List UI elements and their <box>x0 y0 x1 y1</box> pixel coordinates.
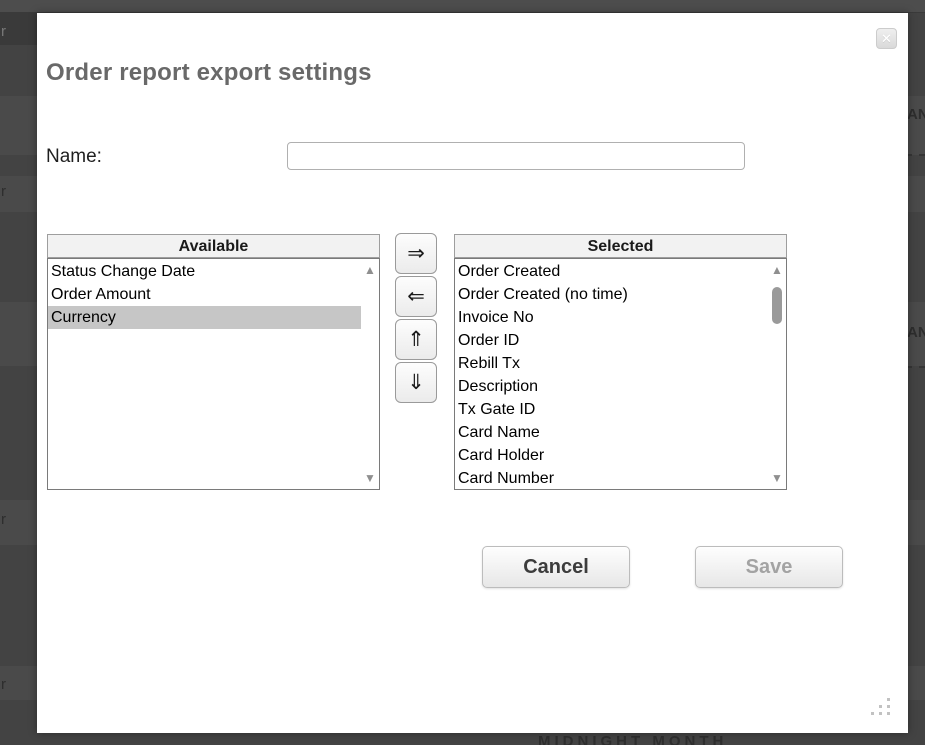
selected-scrollbar[interactable]: ▲ ▼ <box>768 259 786 489</box>
save-button[interactable]: Save <box>695 546 843 588</box>
list-item[interactable]: Tx Gate ID <box>455 398 768 421</box>
available-list-header: Available <box>47 234 380 258</box>
selected-list-header: Selected <box>454 234 787 258</box>
available-scrollbar[interactable]: ▲ ▼ <box>361 259 379 489</box>
scroll-up-icon[interactable]: ▲ <box>768 263 786 277</box>
background-text-fragment: r <box>1 184 6 199</box>
background-top-bar <box>0 0 925 13</box>
close-icon[interactable]: ✕ <box>876 28 897 49</box>
export-settings-dialog: ✕ Order report export settings Name: Ava… <box>37 13 908 733</box>
move-up-button[interactable]: ⇑ <box>395 319 437 360</box>
background-dashed-line <box>906 154 925 156</box>
scroll-down-icon[interactable]: ▼ <box>361 471 379 485</box>
scroll-up-icon[interactable]: ▲ <box>361 263 379 277</box>
list-item[interactable]: Order Created <box>455 260 768 283</box>
list-item[interactable]: Order ID <box>455 329 768 352</box>
background-text-fragment: r <box>1 677 6 692</box>
background-dashed-line <box>906 366 925 368</box>
scroll-down-icon[interactable]: ▼ <box>768 471 786 485</box>
list-item[interactable]: Invoice No <box>455 306 768 329</box>
list-item[interactable]: Currency <box>48 306 361 329</box>
selected-items: Order CreatedOrder Created (no time)Invo… <box>455 260 768 490</box>
background-bottom-text-fragment: MIDNIGHT MONTH <box>538 734 727 745</box>
list-item[interactable]: Card Number <box>455 467 768 490</box>
selected-listbox: Order CreatedOrder Created (no time)Invo… <box>454 258 787 490</box>
list-item[interactable]: Order Created (no time) <box>455 283 768 306</box>
move-down-button[interactable]: ⇓ <box>395 362 437 403</box>
move-left-button[interactable]: ⇐ <box>395 276 437 317</box>
list-item[interactable]: Status Change Date <box>48 260 361 283</box>
background-tab-fragment: r <box>0 13 37 45</box>
background-text-fragment: r <box>1 24 6 39</box>
move-right-button[interactable]: ⇒ <box>395 233 437 274</box>
name-input[interactable] <box>287 142 745 170</box>
background-text-fragment: AN <box>907 325 925 340</box>
list-item[interactable]: Rebill Tx <box>455 352 768 375</box>
scrollbar-thumb[interactable] <box>772 287 782 324</box>
list-item[interactable]: Card Holder <box>455 444 768 467</box>
resize-grip-icon[interactable] <box>863 697 893 719</box>
dialog-title: Order report export settings <box>46 59 372 87</box>
cancel-button[interactable]: Cancel <box>482 546 630 588</box>
available-listbox: Status Change DateOrder AmountCurrency ▲… <box>47 258 380 490</box>
screen: r r r r AN AN MIDNIGHT MONTH ✕ Order rep… <box>0 0 925 745</box>
list-item[interactable]: Order Amount <box>48 283 361 306</box>
background-text-fragment: AN <box>907 107 925 122</box>
list-item[interactable]: Card Name <box>455 421 768 444</box>
available-items: Status Change DateOrder AmountCurrency <box>48 260 361 329</box>
background-text-fragment: r <box>1 512 6 527</box>
list-item[interactable]: Description <box>455 375 768 398</box>
name-label: Name: <box>46 146 102 168</box>
